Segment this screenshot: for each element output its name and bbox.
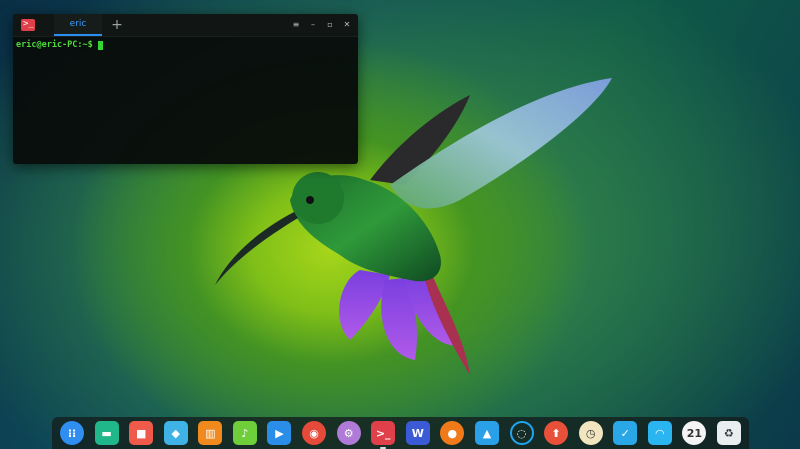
video-player-icon[interactable]: ▶: [267, 421, 292, 445]
minimize-icon[interactable]: –: [308, 20, 318, 30]
terminal-content[interactable]: eric@eric-PC:~$: [13, 37, 358, 53]
chrome-glyph: ◉: [309, 426, 319, 440]
terminal-app-icon[interactable]: >_: [21, 19, 35, 31]
maximize-icon[interactable]: ▫: [325, 20, 335, 30]
clock-glyph: ◷: [585, 426, 596, 440]
terminal-prompt: eric@eric-PC:~$: [16, 40, 93, 50]
terminal-glyph: >_: [375, 426, 391, 440]
downloader-icon[interactable]: ⬆: [544, 421, 569, 445]
file-manager-icon[interactable]: ▬: [94, 421, 119, 445]
system-monitor-icon[interactable]: ◌: [509, 421, 534, 445]
screenshot-glyph: ✓: [620, 426, 630, 440]
archive-manager-icon[interactable]: ▥: [198, 421, 223, 445]
system-monitor-glyph: ◌: [516, 426, 527, 440]
file-manager-glyph: ▬: [101, 426, 112, 440]
downloader-glyph: ⬆: [551, 426, 561, 440]
launcher-icon[interactable]: ⁝⁝: [60, 421, 84, 445]
music-icon[interactable]: ♪: [232, 421, 257, 445]
image-viewer-glyph: ▲: [482, 426, 492, 440]
terminal-cursor: [97, 40, 103, 50]
app-store-icon[interactable]: ◆: [163, 421, 188, 445]
settings-glyph: ⚙: [343, 426, 354, 440]
trash-glyph: ♻: [724, 426, 734, 440]
archive-manager-glyph: ▥: [205, 426, 216, 440]
datetime-icon[interactable]: 21: [682, 421, 707, 445]
firefox-glyph: ●: [447, 426, 458, 440]
launcher-glyph: ⁝⁝: [67, 426, 77, 440]
settings-icon[interactable]: ⚙: [336, 421, 361, 445]
chrome-icon[interactable]: ◉: [302, 421, 327, 445]
terminal-tab-label: eric: [69, 19, 87, 29]
new-tab-button[interactable]: +: [111, 17, 123, 33]
terminal-titlebar[interactable]: >_ eric + ≡ – ▫ ✕: [13, 14, 358, 37]
video-player-glyph: ▶: [275, 426, 284, 440]
screen-recorder-glyph: ■: [135, 426, 147, 440]
close-icon[interactable]: ✕: [342, 20, 352, 30]
clock-icon[interactable]: ◷: [578, 421, 603, 445]
datetime-glyph: 21: [686, 426, 703, 440]
dock: ⁝⁝ ▬ ■ ◆ ▥ ♪ ▶ ◉ ⚙ >_ W ● ▲ ◌ ⬆ ◷ ✓ ◠ 21 ♻: [52, 417, 749, 449]
wps-writer-glyph: W: [411, 426, 424, 440]
terminal-window[interactable]: >_ eric + ≡ – ▫ ✕ eric@eric-PC:~$: [13, 14, 358, 164]
screenshot-icon[interactable]: ✓: [613, 421, 638, 445]
screen-recorder-icon[interactable]: ■: [129, 421, 154, 445]
terminal-tab[interactable]: eric: [54, 14, 102, 36]
terminal-icon[interactable]: >_: [371, 421, 396, 449]
wifi-icon[interactable]: ◠: [647, 421, 672, 445]
image-viewer-icon[interactable]: ▲: [474, 421, 499, 445]
menu-icon[interactable]: ≡: [291, 20, 301, 30]
wps-writer-icon[interactable]: W: [405, 421, 430, 445]
wifi-glyph: ◠: [655, 426, 665, 440]
app-store-glyph: ◆: [171, 426, 180, 440]
music-glyph: ♪: [241, 426, 249, 440]
firefox-icon[interactable]: ●: [440, 421, 465, 445]
trash-icon[interactable]: ♻: [716, 421, 741, 445]
